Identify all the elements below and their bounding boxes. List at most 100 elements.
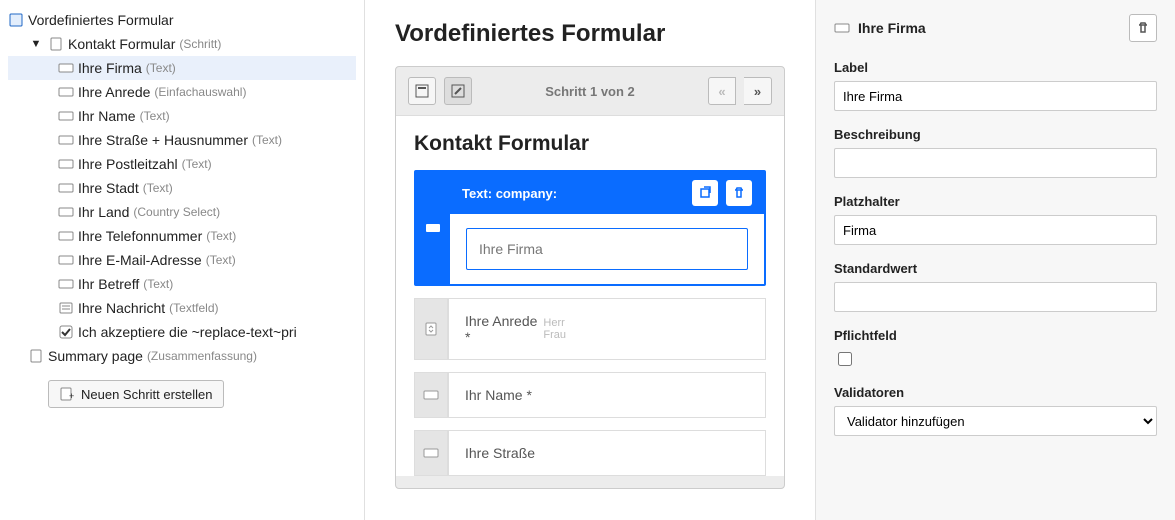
field-icon <box>58 228 74 244</box>
tree-step-label: Kontakt Formular <box>68 34 175 54</box>
edit-view-button[interactable] <box>444 77 472 105</box>
tree-field[interactable]: Ihre Postleitzahl (Text) <box>8 152 356 176</box>
field-handle-icon <box>414 430 448 476</box>
tree-field-label: Ihre Straße + Hausnummer <box>78 130 248 150</box>
label-input[interactable] <box>834 81 1157 111</box>
field-row[interactable]: Ihre Anrede* HerrFrau <box>414 298 766 360</box>
tree-summary[interactable]: Summary page (Zusammenfassung) <box>8 344 356 368</box>
field-icon <box>58 108 74 124</box>
placeholder-label: Platzhalter <box>834 194 1157 209</box>
field-hint: HerrFrau <box>543 317 566 341</box>
preview-title: Vordefiniertes Formular <box>395 20 785 48</box>
step-indicator: Schritt 1 von 2 <box>480 84 700 99</box>
placeholder-input[interactable] <box>834 215 1157 245</box>
required-label: Pflichtfeld <box>834 328 1157 343</box>
label-label: Label <box>834 60 1157 75</box>
validators-label: Validatoren <box>834 385 1157 400</box>
tree-field-label: Ihre Postleitzahl <box>78 154 178 174</box>
delete-field-button[interactable] <box>726 180 752 206</box>
field-label: Ihr Name * <box>465 387 532 403</box>
field-handle-icon <box>414 298 448 360</box>
tree-step[interactable]: ▼ Kontakt Formular (Schritt) <box>8 32 356 56</box>
preview-subtitle: Kontakt Formular <box>414 132 766 156</box>
field-row[interactable]: Ihr Name * <box>414 372 766 418</box>
tree-field[interactable]: Ihr Name (Text) <box>8 104 356 128</box>
validators-select[interactable]: Validator hinzufügen <box>834 406 1157 436</box>
tree-field[interactable]: Ihre Telefonnummer (Text) <box>8 224 356 248</box>
tree-field-type: (Text) <box>182 154 212 174</box>
svg-text:+: + <box>69 391 74 401</box>
inspector-panel: Ihre Firma Label Beschreibung Platzhalte… <box>815 0 1175 520</box>
preview-box: Schritt 1 von 2 « » Kontakt Formular Tex… <box>395 66 785 489</box>
inspector-title: Ihre Firma <box>858 20 1121 36</box>
field-label: Ihre Anrede <box>465 313 537 329</box>
tree-field-type: (Einfachauswahl) <box>154 82 246 102</box>
tree-field[interactable]: Ihre Firma (Text) <box>8 56 356 80</box>
tree-field-label: Ihre Anrede <box>78 82 150 102</box>
tree-field-type: (Text) <box>206 250 236 270</box>
create-step-button[interactable]: + Neuen Schritt erstellen <box>48 380 224 408</box>
field-icon <box>58 252 74 268</box>
next-step-button[interactable]: » <box>744 77 772 105</box>
field-icon <box>58 132 74 148</box>
field-icon <box>58 276 74 292</box>
field-row[interactable]: Ihre Straße <box>414 430 766 476</box>
tree-field-label: Ihre Stadt <box>78 178 139 198</box>
tree-field-type: (Text) <box>143 178 173 198</box>
checkbox-icon <box>58 324 74 340</box>
field-main: Ihr Name * <box>448 372 766 418</box>
field-icon <box>58 204 74 220</box>
tree-field[interactable]: Ihre Straße + Hausnummer (Text) <box>8 128 356 152</box>
selected-field-placeholder[interactable]: Ihre Firma <box>466 228 748 270</box>
tree-field-label: Ihre Nachricht <box>78 298 165 318</box>
preview-panel: Vordefiniertes Formular Schritt 1 von 2 … <box>365 0 815 520</box>
field-icon <box>58 84 74 100</box>
template-view-button[interactable] <box>408 77 436 105</box>
desc-label: Beschreibung <box>834 127 1157 142</box>
tree-field-type: (Text) <box>206 226 236 246</box>
prev-step-button[interactable]: « <box>708 77 736 105</box>
tree-field-label: Ich akzeptiere die ~replace-text~pri <box>78 322 297 342</box>
required-checkbox[interactable] <box>838 352 852 366</box>
collapse-icon[interactable]: ▼ <box>28 36 44 52</box>
tree-root[interactable]: Vordefiniertes Formular <box>8 8 356 32</box>
tree-field[interactable]: Ihr Land (Country Select) <box>8 200 356 224</box>
field-row-selected[interactable]: Text: company: Ihre Firma <box>414 170 766 286</box>
field-main: Ihre Straße <box>448 430 766 476</box>
inspector-header: Ihre Firma <box>834 14 1157 42</box>
field-required-marker: * <box>465 329 470 345</box>
selected-field-header: Text: company: <box>450 172 764 214</box>
field-main: Ihre Anrede* HerrFrau <box>448 298 766 360</box>
default-input[interactable] <box>834 282 1157 312</box>
tree-field[interactable]: Ich akzeptiere die ~replace-text~pri <box>8 320 356 344</box>
tree-summary-type: (Zusammenfassung) <box>147 346 257 366</box>
tree-root-label: Vordefiniertes Formular <box>28 10 174 30</box>
field-icon <box>58 180 74 196</box>
field-label: Ihre Straße <box>465 445 535 461</box>
field-icon <box>834 20 850 36</box>
tree-panel: Vordefiniertes Formular ▼ Kontakt Formul… <box>0 0 365 520</box>
preview-toolbar: Schritt 1 von 2 « » <box>396 67 784 115</box>
tree-summary-label: Summary page <box>48 346 143 366</box>
preview-body: Kontakt Formular Text: company: <box>396 115 784 476</box>
tree-field-label: Ihr Name <box>78 106 136 126</box>
tree-field[interactable]: Ihre E-Mail-Adresse (Text) <box>8 248 356 272</box>
page-icon <box>28 348 44 364</box>
default-label: Standardwert <box>834 261 1157 276</box>
tree-field-type: (Textfeld) <box>169 298 218 318</box>
tree-field-label: Ihr Land <box>78 202 129 222</box>
tree-field[interactable]: Ihre Nachricht (Textfeld) <box>8 296 356 320</box>
page-icon <box>48 36 64 52</box>
desc-input[interactable] <box>834 148 1157 178</box>
field-icon <box>58 156 74 172</box>
create-step-label: Neuen Schritt erstellen <box>81 387 213 402</box>
tree-field-type: (Text) <box>252 130 282 150</box>
textarea-icon <box>58 300 74 316</box>
duplicate-field-button[interactable] <box>692 180 718 206</box>
tree-field[interactable]: Ihre Anrede (Einfachauswahl) <box>8 80 356 104</box>
tree-field[interactable]: Ihr Betreff (Text) <box>8 272 356 296</box>
delete-button[interactable] <box>1129 14 1157 42</box>
tree-field[interactable]: Ihre Stadt (Text) <box>8 176 356 200</box>
selected-field-header-text: Text: company: <box>462 186 557 201</box>
tree-step-type: (Schritt) <box>179 34 221 54</box>
